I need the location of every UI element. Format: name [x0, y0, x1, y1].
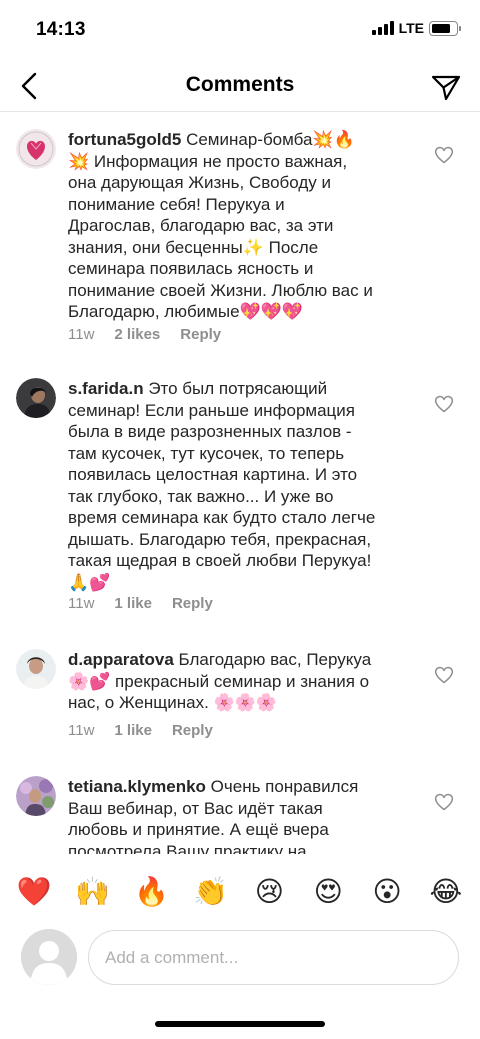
comment-meta: 11w 2 likes Reply — [68, 326, 221, 343]
battery-icon — [429, 20, 461, 36]
comment-username[interactable]: s.farida.n — [68, 379, 144, 398]
emoji-bar: ❤️ 🙌 🔥 👏 😢 😍 😮 😂 — [0, 866, 480, 916]
emoji-heart-eyes-button[interactable]: 😍 — [310, 875, 346, 908]
comment-meta: 11w 1 like Reply — [68, 595, 213, 612]
paper-plane-icon — [431, 75, 461, 101]
reply-button[interactable]: Reply — [172, 722, 213, 739]
comment-text: s.farida.n Это был потрясающий семинар! … — [68, 378, 418, 593]
emoji-raised-hands-button[interactable]: 🙌 — [75, 875, 111, 908]
comment-meta: 11w 1 like Reply — [68, 722, 213, 739]
user-avatar — [21, 929, 77, 985]
emoji-crying-button[interactable]: 😢 — [251, 875, 287, 908]
comment-text: tetiana.klymenko Очень понравился Ваш ве… — [68, 776, 418, 854]
comment-time: 11w — [68, 595, 95, 612]
status-bar: 14:13 LTE — [0, 0, 480, 60]
reply-button[interactable]: Reply — [180, 326, 221, 343]
likes-count[interactable]: 2 likes — [114, 326, 160, 343]
send-button[interactable] — [428, 68, 464, 104]
comment-time: 11w — [68, 326, 95, 343]
like-button[interactable] — [434, 394, 454, 414]
likes-count[interactable]: 1 like — [114, 595, 152, 612]
emoji-surprised-button[interactable]: 😮 — [369, 875, 405, 908]
comment-content: Семинар-бомба💥🔥 💥 Информация не просто в… — [68, 130, 373, 321]
comment-text: d.apparatova Благодарю вас, Перукуа 🌸💕 п… — [68, 649, 418, 714]
emoji-fire-button[interactable]: 🔥 — [134, 875, 170, 908]
network-label: LTE — [398, 20, 424, 36]
reply-button[interactable]: Reply — [172, 595, 213, 612]
avatar[interactable] — [16, 378, 56, 418]
like-button[interactable] — [434, 665, 454, 685]
heart-icon — [434, 793, 454, 811]
status-time: 14:13 — [36, 19, 86, 40]
likes-count[interactable]: 1 like — [114, 722, 152, 739]
comment-time: 11w — [68, 722, 95, 739]
avatar[interactable] — [16, 776, 56, 816]
comments-list[interactable]: fortuna5gold5 Семинар-бомба💥🔥 💥 Информац… — [0, 113, 480, 854]
emoji-heart-button[interactable]: ❤️ — [16, 875, 52, 908]
like-button[interactable] — [434, 145, 454, 165]
status-indicators: LTE — [371, 20, 461, 36]
default-avatar-icon — [21, 929, 77, 985]
header: Comments — [0, 60, 480, 112]
comment-username[interactable]: d.apparatova — [68, 650, 174, 669]
comment-username[interactable]: tetiana.klymenko — [68, 777, 206, 796]
comment-content: Это был потрясающий семинар! Если раньше… — [68, 379, 376, 592]
comment-composer — [0, 928, 480, 988]
like-button[interactable] — [434, 792, 454, 812]
comment-text: fortuna5gold5 Семинар-бомба💥🔥 💥 Информац… — [68, 129, 418, 323]
signal-icon — [371, 21, 394, 35]
avatar[interactable] — [16, 129, 56, 169]
home-indicator[interactable] — [155, 1021, 325, 1027]
heart-icon — [434, 395, 454, 413]
emoji-laughing-button[interactable]: 😂 — [428, 875, 464, 908]
heart-icon — [434, 666, 454, 684]
heart-icon — [434, 146, 454, 164]
comment-input[interactable] — [88, 930, 459, 985]
avatar[interactable] — [16, 649, 56, 689]
comment-username[interactable]: fortuna5gold5 — [68, 130, 181, 149]
page-title: Comments — [185, 73, 295, 96]
emoji-clap-button[interactable]: 👏 — [193, 875, 229, 908]
